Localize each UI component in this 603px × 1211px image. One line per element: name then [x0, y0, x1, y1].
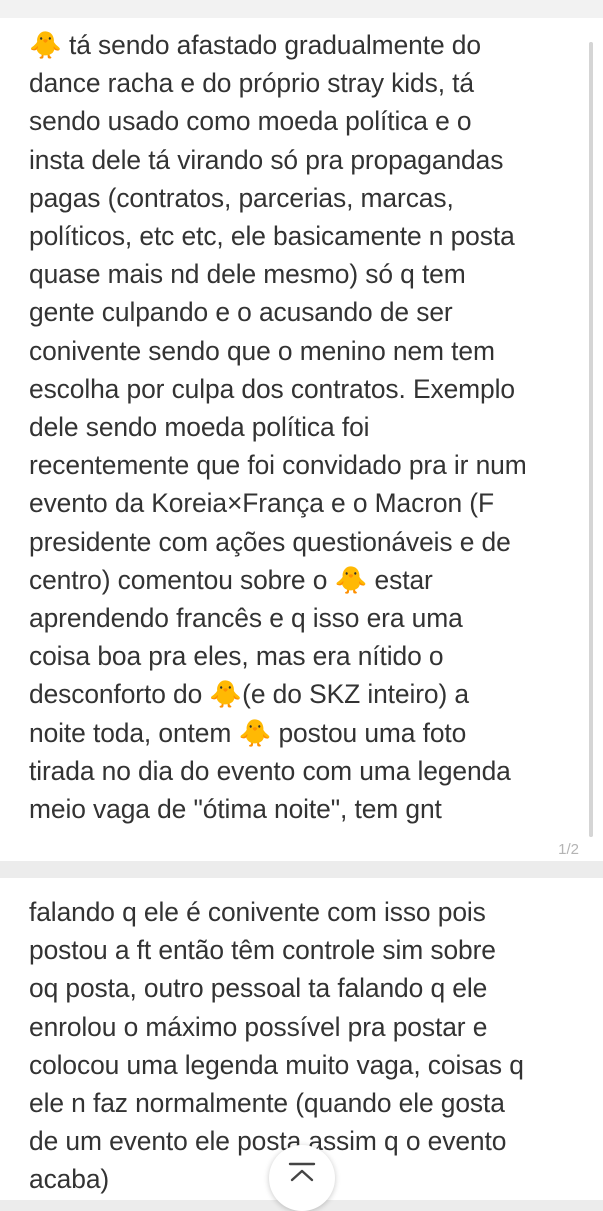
page-indicator: 1/2: [558, 841, 579, 858]
post-text-part-1: 🐥 tá sendo afastado gradualmente do danc…: [29, 30, 527, 825]
post-card-part-1: 🐥 tá sendo afastado gradualmente do danc…: [0, 18, 603, 861]
chevron-up-to-top-icon: [288, 1162, 316, 1182]
scroll-to-top-button[interactable]: [269, 1145, 335, 1211]
scrollbar-track[interactable]: [589, 42, 593, 837]
top-strip: [0, 0, 603, 19]
scrollbar-thumb[interactable]: [589, 42, 593, 837]
